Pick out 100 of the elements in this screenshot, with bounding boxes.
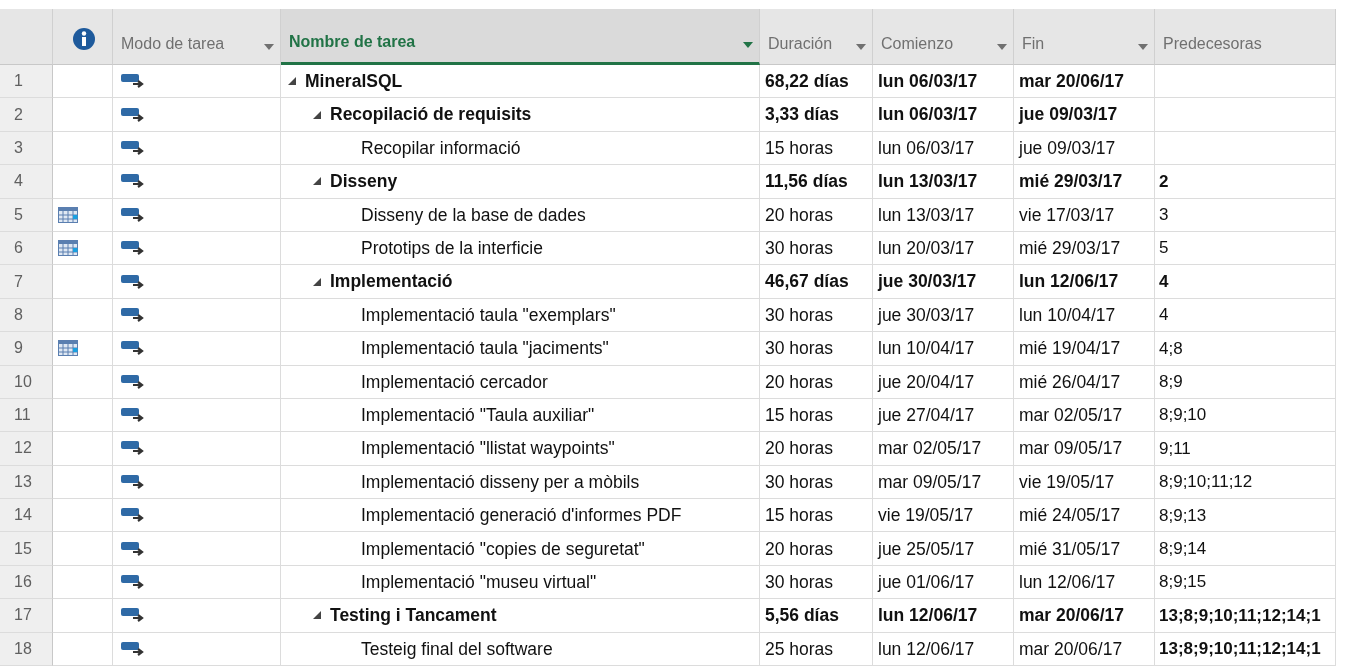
grid-cell: 8;9;14 [1155, 532, 1336, 566]
column-header[interactable]: Comienzo [873, 9, 1014, 65]
task-name: Testeig final del software [361, 637, 553, 661]
row-number[interactable]: 5 [0, 198, 53, 232]
row-number[interactable]: 16 [0, 565, 53, 600]
task-name: Implementació "museu virtual" [361, 570, 597, 594]
grid-cell: 15 horas [760, 131, 873, 166]
grid-cell: jue 20/04/17 [873, 365, 1014, 399]
dropdown-caret-icon[interactable] [743, 42, 753, 48]
grid-cell: 5,56 días [760, 599, 873, 633]
task-name: MineralSQL [305, 70, 403, 94]
column-header[interactable]: Modo de tarea [113, 9, 281, 65]
row-number[interactable]: 8 [0, 298, 53, 333]
collapse-triangle-icon[interactable] [287, 76, 297, 87]
row-number[interactable]: 2 [0, 98, 53, 132]
task-name: Implementació [330, 270, 453, 294]
grid-cell: lun 10/04/17 [873, 332, 1014, 366]
auto-scheduled-icon [121, 640, 145, 657]
grid-cell: mar 09/05/17 [873, 465, 1014, 500]
grid-cell: 30 horas [760, 298, 873, 333]
grid-cell: 30 horas [760, 332, 873, 366]
grid-cell: mié 19/04/17 [1014, 332, 1155, 366]
row-number[interactable]: 10 [0, 365, 53, 399]
grid-cell: 4 [1155, 265, 1336, 299]
row-number[interactable]: 1 [0, 65, 53, 99]
auto-scheduled-icon [121, 507, 145, 524]
grid-cell: 13;8;9;10;11;12;14;1 [1155, 632, 1336, 667]
header-label: Nombre de tarea [289, 32, 416, 52]
row-number[interactable]: 6 [0, 231, 53, 266]
grid-cell: 9;11 [1155, 432, 1336, 466]
grid-cell: lun 06/03/17 [873, 98, 1014, 132]
grid-cell: 8;9;13 [1155, 499, 1336, 533]
grid-cell: 11,56 días [760, 165, 873, 199]
row-number[interactable]: 13 [0, 465, 53, 500]
auto-scheduled-icon [121, 73, 145, 90]
auto-scheduled-icon [121, 340, 145, 357]
row-number[interactable]: 12 [0, 432, 53, 466]
auto-scheduled-icon [121, 306, 145, 323]
row-number[interactable]: 9 [0, 332, 53, 366]
collapse-triangle-icon[interactable] [312, 610, 322, 621]
row-number[interactable]: 11 [0, 398, 53, 433]
grid-cell: 15 horas [760, 398, 873, 433]
grid-cell: 30 horas [760, 231, 873, 266]
dropdown-caret-icon[interactable] [1138, 44, 1148, 50]
auto-scheduled-icon [121, 473, 145, 490]
task-name: Disseny [330, 170, 398, 194]
grid-cell: mar 09/05/17 [1014, 432, 1155, 466]
dropdown-caret-icon[interactable] [997, 44, 1007, 50]
row-number[interactable]: 4 [0, 165, 53, 199]
grid-cell: mié 29/03/17 [1014, 231, 1155, 266]
column-header[interactable]: Nombre de tarea [281, 9, 760, 65]
grid-cell: 25 horas [760, 632, 873, 667]
row-number[interactable]: 14 [0, 499, 53, 533]
grid-cell: lun 13/03/17 [873, 165, 1014, 199]
grid-cell: 46,67 días [760, 265, 873, 299]
grid-cell: 30 horas [760, 465, 873, 500]
grid-cell: 13;8;9;10;11;12;14;1 [1155, 599, 1336, 633]
grid-cell: lun 12/06/17 [873, 599, 1014, 633]
grid-cell: mar 02/05/17 [873, 432, 1014, 466]
grid-cell: jue 27/04/17 [873, 398, 1014, 433]
dropdown-caret-icon[interactable] [264, 44, 274, 50]
grid-cell: 20 horas [760, 532, 873, 566]
grid-cell: jue 30/03/17 [873, 298, 1014, 333]
task-name: Implementació taula "jaciments" [361, 337, 609, 361]
header-label: Duración [768, 34, 833, 54]
column-header[interactable]: Duración [760, 9, 873, 65]
collapse-triangle-icon[interactable] [312, 276, 322, 287]
dropdown-caret-icon[interactable] [856, 44, 866, 50]
row-number[interactable]: 3 [0, 131, 53, 166]
grid-cell: lun 10/04/17 [1014, 298, 1155, 333]
task-name: Testing i Tancament [330, 604, 497, 628]
grid-cell: mié 31/05/17 [1014, 532, 1155, 566]
auto-scheduled-icon [121, 106, 145, 123]
row-number[interactable]: 17 [0, 599, 53, 633]
grid-cell: lun 12/06/17 [1014, 565, 1155, 600]
column-header[interactable]: Fin [1014, 9, 1155, 65]
grid-cell: 4 [1155, 298, 1336, 333]
row-number[interactable]: 18 [0, 632, 53, 667]
auto-scheduled-icon [121, 607, 145, 624]
header-label: Predecesoras [1163, 34, 1262, 54]
task-name: Implementació "Taula auxiliar" [361, 403, 595, 427]
grid-cell: 68,22 días [760, 65, 873, 99]
grid-cell: 8;9 [1155, 365, 1336, 399]
grid-cell: jue 30/03/17 [873, 265, 1014, 299]
grid-cell: lun 06/03/17 [873, 131, 1014, 166]
collapse-triangle-icon[interactable] [312, 109, 322, 120]
task-name: Implementació "copies de seguretat" [361, 537, 645, 561]
grid-cell: mar 02/05/17 [1014, 398, 1155, 433]
row-number[interactable]: 7 [0, 265, 53, 299]
task-name: Implementació generació d'informes PDF [361, 504, 682, 528]
collapse-triangle-icon[interactable] [312, 176, 322, 187]
grid-cell: lun 12/06/17 [873, 632, 1014, 667]
row-number[interactable]: 15 [0, 532, 53, 566]
auto-scheduled-icon [121, 373, 145, 390]
grid-cell: jue 01/06/17 [873, 565, 1014, 600]
column-header[interactable]: Predecesoras [1155, 9, 1336, 65]
grid-cell: mié 24/05/17 [1014, 499, 1155, 533]
grid-cell: 20 horas [760, 198, 873, 232]
grid-cell: 20 horas [760, 365, 873, 399]
header-label: Fin [1022, 34, 1045, 54]
